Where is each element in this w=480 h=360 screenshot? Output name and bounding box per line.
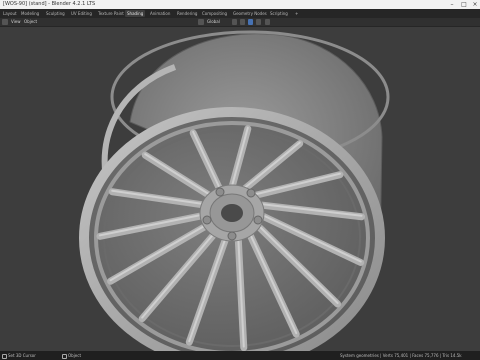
view-menu[interactable]: View	[11, 18, 21, 26]
window-titlebar: [WOS-90] (stand] - Blender 4.2.1 LTS – □…	[0, 0, 480, 9]
tab-layout[interactable]: Layout	[1, 10, 19, 17]
editor-type-button[interactable]	[2, 19, 8, 25]
status-mid: Object	[62, 351, 81, 360]
status-mid-text: Object	[68, 353, 82, 358]
tab-uv-editing[interactable]: UV Editing	[69, 10, 94, 17]
snap-icon[interactable]	[240, 19, 245, 25]
status-bar: Set 3D Cursor Object System geometries |…	[0, 351, 480, 360]
tab-sculpting[interactable]: Sculpting	[44, 10, 67, 17]
3d-viewport[interactable]	[0, 27, 480, 360]
status-left-text: Set 3D Cursor	[8, 353, 36, 358]
add-workspace-button[interactable]: +	[293, 10, 300, 17]
object-menu[interactable]: Object	[24, 18, 37, 26]
overlay-icon[interactable]	[265, 19, 270, 25]
transform-orientation-icon[interactable]	[198, 19, 204, 25]
tab-geometry-nodes[interactable]: Geometry Nodes	[231, 10, 269, 17]
workspace-tabs-bar: Layout Modeling Sculpting UV Editing Tex…	[0, 9, 480, 27]
cursor-icon	[2, 353, 7, 359]
status-left: Set 3D Cursor	[2, 351, 36, 360]
close-icon[interactable]: ×	[469, 0, 480, 9]
tab-animation[interactable]: Animation	[148, 10, 172, 17]
tab-shading[interactable]: Shading	[125, 10, 146, 17]
viewport-header: View Object Global	[0, 18, 480, 27]
tab-compositing[interactable]: Compositing	[200, 10, 229, 17]
tab-modeling[interactable]: Modeling	[19, 10, 41, 17]
pivot-icon[interactable]	[232, 19, 237, 25]
status-right: System geometries | Verts 75,401 | Faces…	[340, 353, 462, 358]
orientation-dropdown[interactable]: Global	[207, 18, 220, 26]
tab-scripting[interactable]: Scripting	[268, 10, 290, 17]
window-title: [WOS-90] (stand] - Blender 4.2.1 LTS	[3, 1, 96, 7]
wheel-render	[79, 30, 390, 360]
tab-rendering[interactable]: Rendering	[175, 10, 199, 17]
object-icon	[62, 353, 67, 359]
falloff-icon[interactable]	[256, 19, 261, 25]
tab-texture-paint[interactable]: Texture Paint	[96, 10, 126, 17]
proportional-edit-icon[interactable]	[248, 19, 253, 25]
minimize-icon[interactable]: –	[446, 0, 458, 9]
